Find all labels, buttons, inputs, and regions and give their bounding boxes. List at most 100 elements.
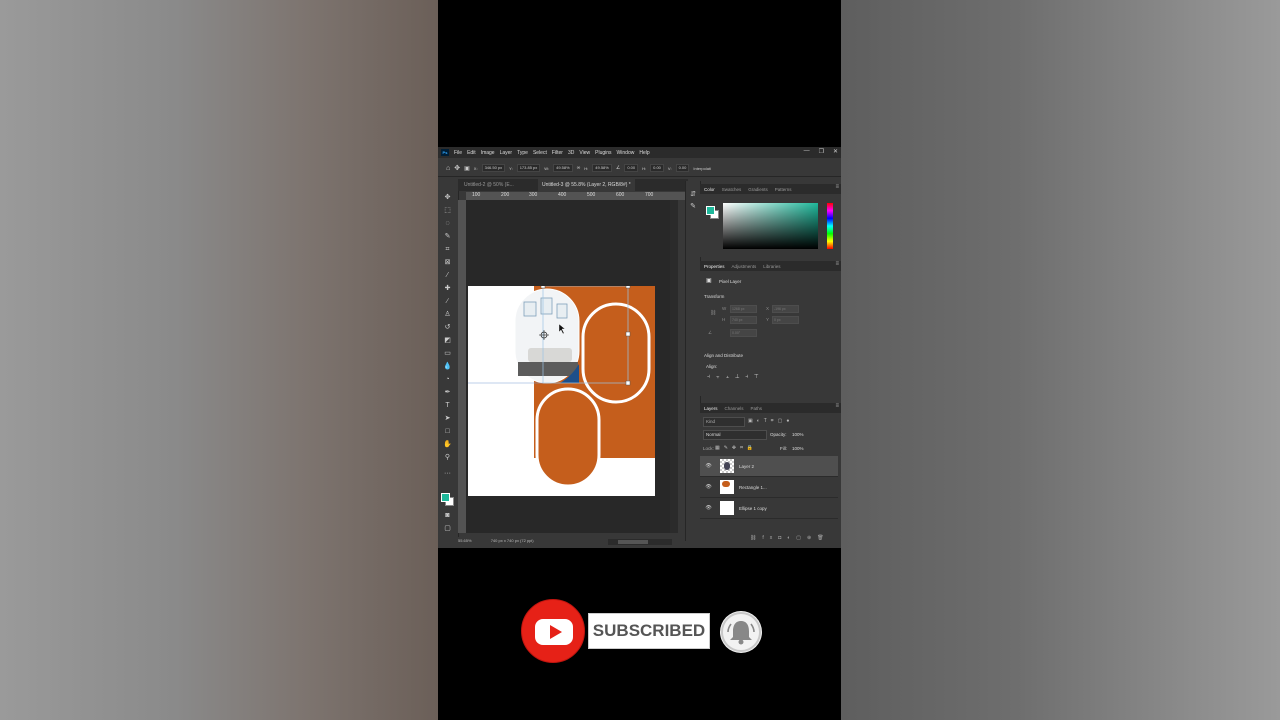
maximize-icon[interactable]: ❐ [819, 148, 824, 155]
v-skew-field[interactable]: 0.00 [675, 164, 690, 172]
visibility-eye-icon[interactable]: 👁 [704, 484, 713, 490]
pen-tool-icon[interactable]: ✒ [443, 388, 452, 397]
chain-link-icon[interactable]: ⛓ [710, 310, 716, 316]
tab-properties[interactable]: Properties [704, 264, 725, 269]
gradient-tool-icon[interactable]: ▭ [443, 349, 452, 358]
layer-row[interactable]: 👁 Ellipse 1 copy [700, 498, 838, 519]
panel-menu-icon[interactable]: ≡ [835, 261, 839, 267]
width-field[interactable]: 49.58% [553, 164, 573, 172]
tab-swatches[interactable]: Swatches [722, 187, 742, 192]
brush-tool-icon[interactable]: ∕ [443, 297, 452, 306]
tab-patterns[interactable]: Patterns [775, 187, 792, 192]
canvas-area[interactable] [466, 200, 670, 533]
quick-mask-icon[interactable]: ◙ [443, 511, 452, 520]
zoom-tool-icon[interactable]: ⚲ [443, 453, 452, 462]
h-skew-field[interactable]: 0.00 [650, 164, 664, 172]
quick-select-tool-icon[interactable]: ✎ [443, 232, 452, 241]
layer-name[interactable]: Layer 2 [739, 464, 754, 469]
horizontal-scrollbar[interactable] [608, 539, 672, 545]
menu-type[interactable]: Type [517, 150, 528, 156]
menu-file[interactable]: File [454, 150, 462, 156]
y-field[interactable]: 173.85 px [516, 164, 541, 172]
menu-edit[interactable]: Edit [467, 150, 476, 156]
youtube-logo-icon[interactable] [521, 599, 585, 663]
fill-value[interactable]: 100% [792, 446, 804, 451]
layer-name[interactable]: Rectangle 1... [739, 485, 767, 490]
menu-select[interactable]: Select [533, 150, 547, 156]
menu-layer[interactable]: Layer [500, 150, 513, 156]
interpolation-select[interactable]: Interpolati [693, 166, 711, 171]
menu-filter[interactable]: Filter [552, 150, 563, 156]
minimize-icon[interactable]: — [804, 148, 810, 155]
angle-field[interactable]: 0.00 [624, 164, 639, 172]
height-field[interactable]: 49.58% [592, 164, 612, 172]
menu-window[interactable]: Window [617, 150, 635, 156]
tab-color[interactable]: Color [704, 187, 715, 192]
menu-plugins[interactable]: Plugins [595, 150, 611, 156]
transform-section-title[interactable]: Transform [704, 294, 724, 299]
panel-menu-icon[interactable]: ≡ [835, 184, 839, 190]
lasso-tool-icon[interactable]: ◌ [443, 219, 452, 228]
filter-icons-row[interactable]: ▣◐T⌗▢● [748, 418, 793, 424]
eyedropper-tool-icon[interactable]: ⁄ [443, 271, 452, 280]
scrollbar-thumb[interactable] [618, 540, 648, 544]
tab-untitled-3[interactable]: Untitled-3 @ 55.8% (Layer 2, RGB/8#) * [538, 179, 635, 191]
menu-help[interactable]: Help [639, 150, 649, 156]
foreground-color-swatch[interactable] [441, 493, 450, 502]
move-tool-icon[interactable]: ✥ [443, 193, 452, 202]
tab-untitled-2[interactable]: Untitled-2 @ 50% (E... [460, 179, 518, 191]
history-brush-tool-icon[interactable]: ↺ [443, 323, 452, 332]
frame-tool-icon[interactable]: ⊠ [443, 258, 452, 267]
healing-brush-tool-icon[interactable]: ✚ [443, 284, 452, 293]
subscribed-button[interactable]: SUBSCRIBED [588, 613, 710, 649]
properties-y-field[interactable]: 0 px [772, 316, 799, 324]
visibility-eye-icon[interactable]: 👁 [704, 505, 713, 511]
zoom-level[interactable]: 55.65% [458, 538, 472, 543]
panel-menu-icon[interactable]: ≡ [835, 403, 839, 409]
color-panel-foreground-swatch[interactable] [706, 206, 715, 215]
properties-height-field[interactable]: 740 px [730, 316, 757, 324]
menu-image[interactable]: Image [481, 150, 495, 156]
tab-channels[interactable]: Channels [725, 406, 744, 411]
visibility-eye-icon[interactable]: 👁 [704, 463, 713, 469]
brush-settings-icon[interactable]: ✎ [689, 203, 697, 211]
layer-name[interactable]: Ellipse 1 copy [739, 506, 767, 511]
tab-libraries[interactable]: Libraries [763, 264, 780, 269]
x-field[interactable]: 346.50 px [481, 164, 506, 172]
blend-mode-select[interactable]: Normal [703, 430, 767, 440]
layer-filter-kind[interactable]: Kind [703, 417, 745, 427]
opacity-value[interactable]: 100% [792, 432, 804, 437]
close-icon[interactable]: ✕ [833, 148, 838, 155]
eraser-tool-icon[interactable]: ◩ [443, 336, 452, 345]
crop-tool-icon[interactable]: ⌗ [443, 245, 452, 254]
more-tools-icon[interactable]: ··· [443, 469, 452, 478]
dodge-tool-icon[interactable]: ◔ [443, 375, 452, 384]
menu-3d[interactable]: 3D [568, 150, 574, 156]
rectangle-tool-icon[interactable]: □ [443, 427, 452, 436]
layer-row[interactable]: 👁 Rectangle 1... [700, 477, 838, 498]
properties-x-field[interactable]: -196 px [772, 305, 799, 313]
document-canvas[interactable] [468, 286, 655, 496]
history-panel-icon[interactable]: ⇵ [689, 191, 697, 199]
reference-point-icon[interactable]: ▣ [464, 165, 470, 172]
tab-adjustments[interactable]: Adjustments [732, 264, 757, 269]
blur-tool-icon[interactable]: 💧 [443, 362, 452, 371]
screen-mode-icon[interactable]: ▢ [443, 524, 452, 533]
path-selection-tool-icon[interactable]: ➤ [443, 414, 452, 423]
tab-gradients[interactable]: Gradients [748, 187, 768, 192]
notification-bell-icon[interactable] [720, 611, 762, 653]
tab-paths[interactable]: Paths [751, 406, 763, 411]
home-icon[interactable]: ⌂ [446, 165, 450, 172]
marquee-tool-icon[interactable]: ⬚ [443, 206, 452, 215]
menu-view[interactable]: View [579, 150, 590, 156]
layer-actions-row[interactable]: ⛓fx◘◐▢⊕🗑 [750, 535, 830, 541]
hand-tool-icon[interactable]: ✋ [443, 440, 452, 449]
link-icon[interactable]: ∞ [577, 165, 581, 171]
tab-layers[interactable]: Layers [704, 406, 718, 411]
color-picker-field[interactable] [723, 203, 818, 249]
clone-stamp-tool-icon[interactable]: ♙ [443, 310, 452, 319]
properties-width-field[interactable]: 1268 px [730, 305, 757, 313]
vertical-scrollbar[interactable] [670, 200, 678, 533]
lock-icons-row[interactable]: ▦✎✥⌗🔒 [715, 445, 757, 451]
properties-angle-field[interactable]: 0.00° [730, 329, 757, 337]
